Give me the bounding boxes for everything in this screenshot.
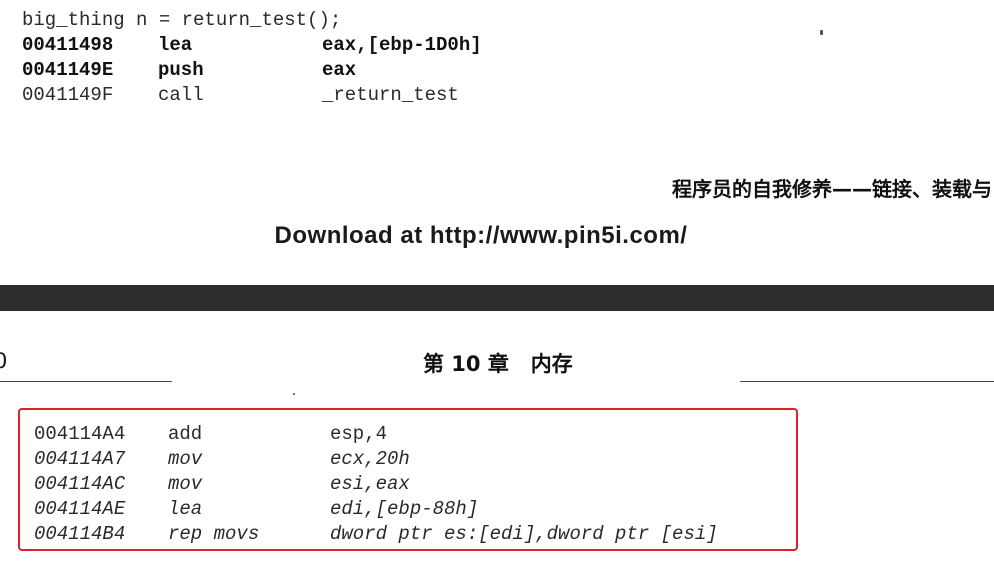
code-row: 00411498 lea eax,[ebp-1D0h]: [22, 33, 482, 58]
code-row: 0041149F call _return_test: [22, 83, 482, 108]
code-opcode: lea: [168, 498, 203, 520]
top-code-listing: big_thing n = return_test(); 00411498 le…: [22, 8, 482, 108]
source-line-text: big_thing n = return_test();: [22, 9, 342, 31]
page-separator-band: [0, 285, 994, 311]
code-operand: esi,eax: [330, 473, 410, 495]
code-address: 004114AE: [34, 498, 126, 520]
code-operand: eax: [322, 59, 357, 81]
code-row: 004114AE lea edi,[ebp-88h]: [34, 497, 718, 522]
code-row: 0041149E push eax: [22, 58, 482, 83]
code-operand: eax,[ebp-1D0h]: [322, 34, 482, 56]
code-row: 004114A7 mov ecx,20h: [34, 447, 718, 472]
chapter-heading: 第 10 章 内存: [423, 352, 573, 376]
code-row: 004114AC mov esi,eax: [34, 472, 718, 497]
code-opcode: mov: [168, 473, 203, 495]
code-operand: _return_test: [322, 84, 459, 106]
code-address: 0041149F: [22, 84, 114, 106]
code-opcode: call: [158, 84, 204, 106]
stray-mark: [820, 30, 823, 35]
code-address: 0041149E: [22, 59, 114, 81]
download-notice: Download at http://www.pin5i.com/: [274, 222, 688, 249]
code-address: 004114A7: [34, 448, 126, 470]
code-operand: esp,4: [330, 423, 388, 445]
header-rule-left: [0, 381, 172, 382]
code-opcode: mov: [168, 448, 203, 470]
code-opcode: lea: [158, 34, 193, 56]
code-opcode: push: [158, 59, 204, 81]
code-address: 004114B4: [34, 523, 126, 545]
code-address: 004114A4: [34, 423, 126, 445]
code-address: 00411498: [22, 34, 114, 56]
bottom-code-listing: 004114A4 add esp,4 004114A7 mov ecx,20h …: [34, 422, 718, 547]
code-row: 004114B4 rep movs dword ptr es:[edi],dwo…: [34, 522, 718, 547]
source-line: big_thing n = return_test();: [22, 8, 482, 33]
book-title-footer: 程序员的自我修养——链接、装载与: [672, 177, 992, 201]
code-address: 004114AC: [34, 473, 126, 495]
stray-dot: [293, 393, 295, 395]
code-opcode: rep movs: [168, 523, 260, 545]
page-number: 0: [0, 349, 8, 373]
header-rule-right: [740, 381, 994, 382]
code-row: 004114A4 add esp,4: [34, 422, 718, 447]
code-operand: ecx,20h: [330, 448, 410, 470]
code-opcode: add: [168, 423, 203, 445]
code-operand: edi,[ebp-88h]: [330, 498, 479, 520]
code-operand: dword ptr es:[edi],dword ptr [esi]: [330, 523, 718, 545]
